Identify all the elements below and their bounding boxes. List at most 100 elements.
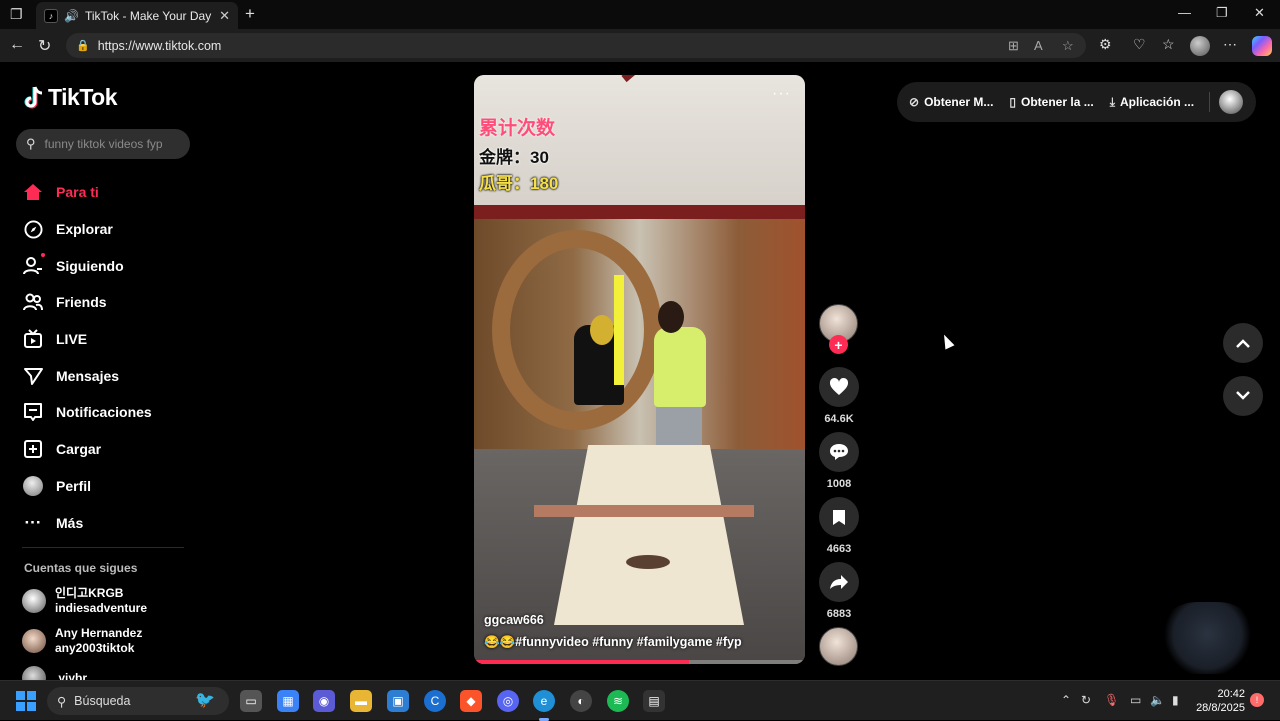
sidebar-item-siguiendo[interactable]: Siguiendo (22, 247, 192, 284)
sidebar-item-label: Más (56, 514, 84, 531)
next-video-button[interactable] (1223, 376, 1263, 416)
followed-account[interactable]: Any Hernandez any2003tiktok (22, 626, 142, 656)
more-icon: ··· (24, 512, 42, 532)
sync-icon[interactable]: ↻ (1081, 693, 1091, 707)
url-text: https://www.tiktok.com (97, 38, 222, 53)
file-explorer-icon[interactable]: ▬ (350, 690, 372, 712)
ccleaner-icon[interactable]: C (424, 690, 446, 712)
restore-icon[interactable]: ❐ (1216, 5, 1228, 21)
read-aloud-icon[interactable]: A (1034, 38, 1043, 53)
comment-icon (830, 444, 848, 460)
address-bar-row: ← ↻ 🔒 https://www.tiktok.com ⊞ A ☆ (0, 29, 1280, 62)
video-frame-detail (626, 555, 670, 569)
volume-icon[interactable]: 🔈 (1150, 693, 1165, 707)
copilot-icon[interactable] (1252, 36, 1272, 56)
app-icon[interactable]: ▤ (643, 690, 665, 712)
new-tab-icon[interactable]: + (245, 4, 255, 24)
compass-icon (22, 218, 44, 240)
teams-chat-icon[interactable]: ◉ (313, 690, 335, 712)
sidebar-item-mas[interactable]: ··· Más (22, 504, 192, 541)
tab-actions-icon[interactable]: ❐ (10, 6, 23, 23)
browser-menu-icon[interactable]: ⋯ (1223, 36, 1237, 53)
speaker-icon[interactable]: 🔊 (64, 9, 79, 23)
search-input[interactable]: ⚲ funny tiktok videos fyp (16, 129, 190, 159)
sidebar-item-label: Friends (56, 294, 107, 311)
video-caption[interactable]: 😂😂#funnyvideo #funny #familygame #fyp (484, 635, 742, 650)
like-count: 64.6K (824, 413, 854, 425)
sidebar-item-notificaciones[interactable]: Notificaciones (22, 394, 192, 431)
video-more-options-icon[interactable]: ··· (772, 85, 791, 103)
sidebar-item-friends[interactable]: Friends (22, 284, 192, 321)
battery-icon[interactable]: ▮ (1172, 693, 1179, 707)
sidebar-item-mensajes[interactable]: Mensajes (22, 357, 192, 394)
url-field[interactable]: 🔒 https://www.tiktok.com ⊞ A ☆ (66, 33, 1086, 58)
network-icon[interactable]: ▭ (1130, 693, 1141, 707)
like-button[interactable] (819, 367, 859, 407)
sidebar-item-label: LIVE (56, 331, 88, 348)
spotify-icon[interactable]: ≋ (607, 690, 629, 712)
taskbar-clock[interactable]: 20:42 28/8/2025 (1193, 687, 1245, 715)
video-frame-detail (654, 327, 706, 407)
save-button[interactable] (819, 497, 859, 537)
account-name: 인디고KRGB (55, 586, 124, 600)
new-content-dot (41, 253, 45, 258)
browser-tab[interactable]: ♪ 🔊 TikTok - Make Your Day ✕ (36, 2, 238, 29)
minimize-icon[interactable]: — (1178, 5, 1191, 20)
close-tab-icon[interactable]: ✕ (219, 8, 230, 24)
video-frame-detail (658, 301, 684, 333)
get-app-link[interactable]: ▯ Obtener la ... (1009, 95, 1093, 109)
split-screen-icon[interactable]: ⊞ (1008, 38, 1019, 54)
home-icon (22, 181, 44, 203)
music-disc-avatar[interactable] (819, 627, 858, 666)
windows-start-icon[interactable] (16, 691, 36, 711)
tiktok-logo[interactable]: TikTok (24, 84, 118, 111)
sidebar-item-para-ti[interactable]: Para ti (22, 174, 192, 211)
get-coins-link[interactable]: ⊘ Obtener M... (909, 95, 993, 109)
upload-icon (22, 438, 44, 460)
browser-profile-avatar[interactable] (1190, 36, 1210, 56)
edge-browser-icon[interactable]: e (533, 690, 555, 721)
extensions-icon[interactable]: ⚙ (1099, 36, 1112, 53)
microsoft-store-icon[interactable]: ▣ (387, 690, 409, 712)
desktop-app-link[interactable]: ⤓ Aplicación ... (1110, 95, 1194, 110)
favorite-star-icon[interactable]: ☆ (1062, 38, 1074, 54)
lock-icon[interactable]: 🔒 (76, 39, 90, 52)
task-view-icon[interactable]: ▭ (240, 690, 262, 712)
close-window-icon[interactable]: ✕ (1254, 5, 1265, 21)
phone-icon: ▯ (1009, 95, 1017, 109)
search-icon: ⚲ (26, 136, 36, 151)
clock-date: 28/8/2025 (1196, 702, 1245, 714)
taskbar-search[interactable]: ⚲ Búsqueda 🐦 (47, 687, 229, 715)
search-icon: ⚲ (57, 694, 67, 709)
video-author[interactable]: ggcaw666 (484, 613, 544, 627)
share-count: 6883 (826, 608, 852, 620)
notification-badge-icon[interactable]: ! (1250, 693, 1264, 707)
following-accounts-title: Cuentas que sigues (24, 561, 138, 575)
sidebar-item-cargar[interactable]: Cargar (22, 431, 192, 468)
video-progress-bar[interactable] (474, 660, 805, 664)
back-icon[interactable]: ← (9, 36, 25, 54)
sidebar-item-live[interactable]: LIVE (22, 321, 192, 358)
sidebar-item-label: Cargar (56, 441, 102, 458)
windows-taskbar: ⚲ Búsqueda 🐦 ▭ ▦ ◉ ▬ ▣ C ◆ ◎ e ◐ ≋ ▤ ⌃ ↻… (0, 680, 1280, 721)
follow-plus-icon[interactable]: + (829, 335, 848, 354)
video-frame-detail (534, 505, 754, 517)
browser-essentials-icon[interactable]: ♡ (1133, 36, 1146, 53)
user-avatar[interactable] (1219, 90, 1243, 114)
share-button[interactable] (819, 562, 859, 602)
video-overlay-line: 瓜哥：180 (479, 174, 559, 193)
brave-browser-icon[interactable]: ◆ (460, 690, 482, 712)
sidebar-item-perfil[interactable]: Perfil (22, 468, 192, 505)
sidebar-item-explorar[interactable]: Explorar (22, 211, 192, 248)
widgets-icon[interactable]: ▦ (277, 690, 299, 712)
tray-expand-icon[interactable]: ⌃ (1061, 693, 1071, 707)
followed-account[interactable]: 인디고KRGB indiesadventure (22, 586, 147, 616)
discord-icon[interactable]: ◎ (497, 690, 519, 712)
previous-video-button[interactable] (1223, 323, 1263, 363)
favorites-icon[interactable]: ☆ (1162, 36, 1175, 53)
video-player[interactable]: 累计次数 金牌：30 瓜哥：180 ··· ggcaw666 😂😂#funnyv… (474, 75, 805, 664)
chrome-app-icon[interactable]: ◐ (570, 690, 592, 712)
comment-button[interactable] (819, 432, 859, 472)
reload-icon[interactable]: ↻ (38, 36, 51, 56)
microphone-icon[interactable]: 🎙 (1104, 693, 1119, 707)
